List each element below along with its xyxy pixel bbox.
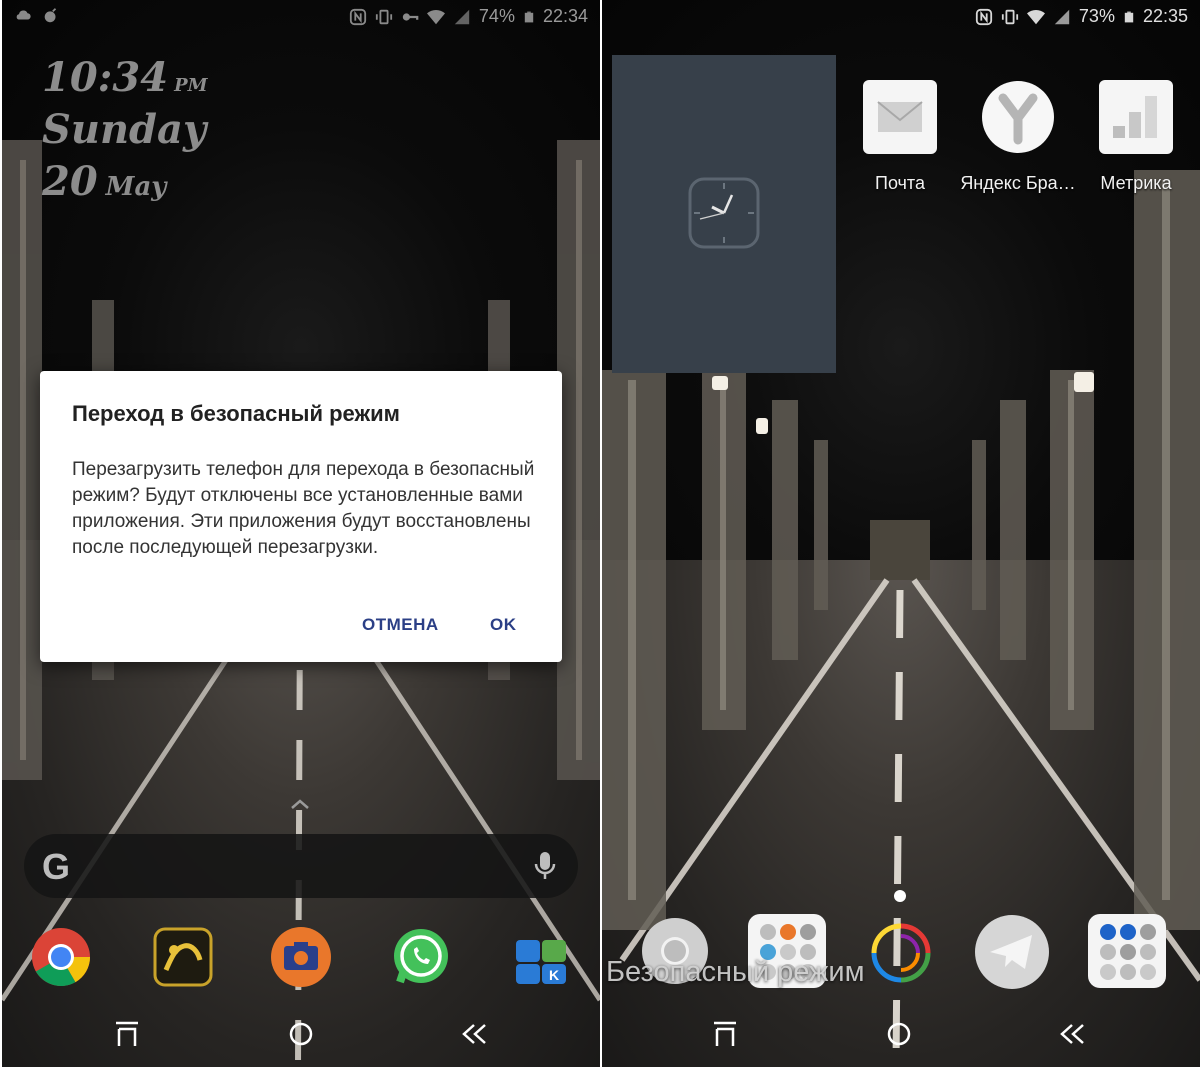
back-icon[interactable] [1058, 1019, 1088, 1049]
metrica-icon [1099, 80, 1173, 154]
signal-icon [1054, 9, 1070, 24]
battery-icon [1124, 11, 1134, 22]
bomb-icon [44, 8, 57, 23]
chrome-icon[interactable] [30, 926, 92, 988]
clock-widget[interactable] [612, 55, 836, 373]
google-logo: G [42, 846, 71, 887]
clock-icon [688, 177, 760, 249]
spiral-app-icon[interactable] [868, 920, 934, 986]
mic-icon[interactable] [534, 850, 556, 882]
status-time: 22:35 [1142, 6, 1188, 26]
whatsapp-icon[interactable] [390, 926, 452, 988]
battery-percent: 74% [478, 6, 515, 26]
nfc-icon [349, 8, 367, 25]
signal-icon [454, 9, 470, 24]
nav-bar [602, 1003, 1200, 1067]
dialog-message: Перезагрузить телефон для перехода в без… [72, 459, 535, 558]
cloud-icon [16, 10, 31, 20]
lock-clock: 10:34 PM Sunday 20 May [42, 58, 208, 202]
safe-mode-label: Безопасный режим [606, 956, 865, 988]
google-search-bar[interactable]: G [24, 834, 578, 898]
nav-bar [2, 1003, 600, 1067]
lock-screen: 74% 22:34 10:34 PM Sunday 20 May Переход в… [2, 0, 600, 1067]
battery-percent: 73% [1078, 6, 1115, 26]
clock-ampm: PM [174, 75, 208, 96]
cancel-button[interactable]: ОТМЕНА [362, 615, 439, 635]
telegram-icon[interactable] [974, 914, 1050, 990]
page-indicator [894, 890, 906, 902]
back-icon[interactable] [460, 1019, 490, 1049]
status-bar: 73% 22:35 [602, 0, 1200, 34]
clock-month: May [105, 172, 167, 202]
contacts-folder-icon[interactable]: K [510, 926, 572, 988]
wifi-icon [1026, 9, 1045, 24]
yandex-browser-icon [982, 81, 1054, 153]
vibrate-icon [375, 9, 393, 24]
nfc-icon [975, 8, 993, 25]
ok-button[interactable]: OK [490, 615, 517, 635]
app-label: Метрика [1100, 173, 1172, 193]
home-icon[interactable] [884, 1019, 914, 1049]
clock-day: Sunday [42, 106, 207, 153]
camera-icon[interactable] [270, 926, 332, 988]
key-icon [402, 12, 419, 21]
game-app-icon[interactable] [152, 926, 214, 988]
home-icon[interactable] [286, 1019, 316, 1049]
home-screen: 73% 22:35 Почта Яндекс Бра… Метрика Безо… [602, 0, 1200, 1067]
clock-time: 10:34 [42, 54, 169, 101]
dialog-title: Переход в безопасный режим [72, 401, 400, 426]
messengers-folder-icon[interactable] [1088, 914, 1166, 988]
recents-icon[interactable] [112, 1019, 142, 1049]
mail-icon [863, 80, 937, 154]
app-metrica[interactable]: Метрика [1066, 80, 1200, 194]
battery-icon [524, 11, 534, 22]
status-bar: 74% 22:34 [2, 0, 600, 34]
chevron-up-icon[interactable] [288, 796, 312, 812]
recents-icon[interactable] [710, 1019, 740, 1049]
svg-text:K: K [549, 967, 559, 983]
safe-mode-dialog: Переход в безопасный режим Перезагрузить… [40, 371, 562, 662]
status-time: 22:34 [542, 6, 588, 26]
vibrate-icon [1001, 9, 1019, 24]
clock-date: 20 [42, 158, 98, 205]
wifi-icon [426, 9, 445, 24]
